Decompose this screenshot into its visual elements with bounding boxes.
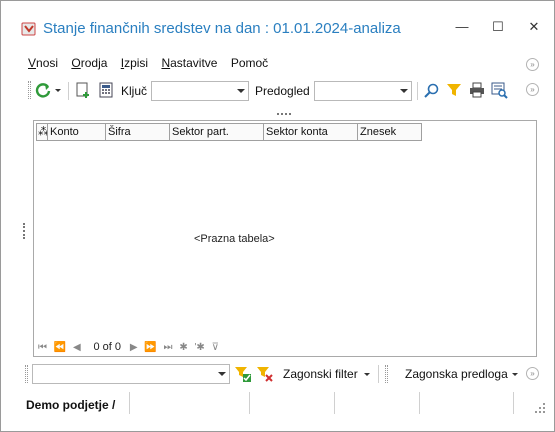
filter-row-icon[interactable]: ⊽ [212,342,219,353]
data-grid[interactable]: ⁂ Konto Šifra Sektor part. Sektor konta … [33,120,537,357]
append-record-icon[interactable]: ✱ [179,342,187,353]
status-separator [249,392,250,414]
clear-filter-icon[interactable] [256,365,274,383]
last-page-icon[interactable]: ⏭ [164,342,173,353]
predogled-combo[interactable] [314,81,412,101]
filterbar-grip-2[interactable] [385,365,388,383]
first-page-icon[interactable]: ⏮ [38,342,47,353]
preview-icon[interactable] [490,81,508,99]
filter-icon[interactable] [445,81,463,99]
empty-table-message: <Prazna tabela> [194,233,275,245]
column-header-sektor-part[interactable]: Sektor part. [170,123,264,141]
menu-orodja[interactable]: Orodja [71,56,107,70]
kljuc-dropdown-icon[interactable] [237,89,245,93]
predogled-label: Predogled [255,84,310,98]
grid-navigator: ⏮ ⏪ ◀ 0 of 0 ▶ ⏩ ⏭ ✱ '✱ ⊽ [38,341,223,355]
zagonski-filter-button[interactable]: Zagonski filter [283,367,358,381]
close-button[interactable]: ✕ [520,15,548,39]
filter-combo[interactable] [32,364,230,384]
filterbar-grip[interactable] [25,365,28,383]
menu-collapse-icon[interactable]: » [526,58,539,71]
zagonski-filter-dropdown-icon[interactable] [362,365,372,383]
title-bar: Stanje finančnih sredstev na dan : 01.01… [1,1,554,45]
row-indicator-header[interactable]: ⁂ [36,123,48,141]
menu-pomoc[interactable]: Pomoč [231,56,268,70]
minimize-button[interactable]: — [448,15,476,39]
new-record-icon[interactable] [74,81,92,99]
print-icon[interactable] [468,81,486,99]
zagonska-predloga-button[interactable]: Zagonska predloga [405,367,508,381]
status-company: Demo podjetje / [26,398,116,412]
menu-vnosi[interactable]: Vnosi [28,56,58,70]
filter-dropdown-icon[interactable] [218,372,226,376]
grid-header: ⁂ Konto Šifra Sektor part. Sektor konta … [36,123,422,141]
menu-izpisi[interactable]: Izpisi [121,56,148,70]
status-separator [129,392,130,414]
column-header-sifra[interactable]: Šifra [106,123,170,141]
filter-bar: Zagonski filter Zagonska predloga » [25,363,548,385]
maximize-button[interactable]: ☐ [484,15,512,39]
status-separator [419,392,420,414]
kljuc-combo[interactable] [151,81,249,101]
status-bar: Demo podjetje / [1,390,554,418]
status-separator [513,392,514,414]
apply-filter-icon[interactable] [234,365,252,383]
zagonska-predloga-dropdown-icon[interactable] [510,365,520,383]
predogled-dropdown-icon[interactable] [400,89,408,93]
vertical-splitter[interactable] [23,223,25,239]
app-logo-icon [21,22,36,36]
toolbar: Ključ Predogled » [28,79,548,103]
cancel-edit-icon[interactable]: '✱ [194,342,204,353]
next-page-icon[interactable]: ⏩ [144,342,156,353]
chevron-down-icon[interactable] [53,81,63,99]
window-title: Stanje finančnih sredstev na dan : 01.01… [43,20,401,37]
filterbar-collapse-icon[interactable]: » [526,367,539,380]
horizontal-splitter[interactable] [277,113,291,115]
resize-grip-icon[interactable] [534,402,546,414]
search-icon[interactable] [423,82,441,100]
toolbar-separator [417,82,418,100]
filterbar-separator [378,365,379,383]
column-header-sektor-konta[interactable]: Sektor konta [264,123,358,141]
main-window: Stanje finančnih sredstev na dan : 01.01… [0,0,555,432]
page-indicator: 0 of 0 [93,341,122,353]
refresh-icon[interactable] [34,81,52,99]
next-record-icon[interactable]: ▶ [130,342,138,353]
column-header-konto[interactable]: Konto [48,123,106,141]
menu-nastavitve[interactable]: Nastavitve [161,56,217,70]
column-header-znesek[interactable]: Znesek [358,123,422,141]
kljuc-label: Ključ [121,84,148,98]
toolbar-grip[interactable] [28,81,31,99]
prev-page-icon[interactable]: ⏪ [54,342,66,353]
toolbar-collapse-icon[interactable]: » [526,83,539,96]
calculator-icon[interactable] [97,81,115,99]
prev-record-icon[interactable]: ◀ [73,342,81,353]
toolbar-separator [68,82,69,100]
status-separator [334,392,335,414]
menu-bar: Vnosi Orodja Izpisi Nastavitve Pomoč [28,56,278,74]
